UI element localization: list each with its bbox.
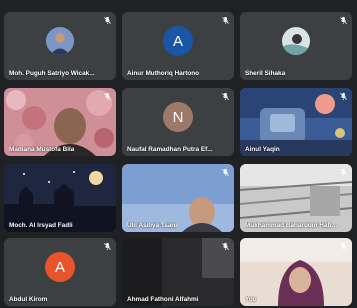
- participant-tile[interactable]: Madiana Mustofa Bila: [4, 88, 116, 156]
- participant-avatar: A: [45, 252, 75, 282]
- participant-name: Moh. Puguh Satriyo Wicak...: [9, 70, 95, 77]
- participant-name: Ulil Asiliya Tsani: [127, 222, 178, 229]
- participant-name: Abdul Kirom: [9, 296, 48, 303]
- participant-avatar: N: [163, 102, 193, 132]
- mic-off-icon: [222, 168, 229, 177]
- participant-tile[interactable]: Sheril Sihaka: [240, 12, 352, 80]
- participant-name: Mukhammad Baharudin Hafianto: [245, 222, 341, 229]
- participant-name: Ainur Muthoriq Hartono: [127, 70, 200, 77]
- mic-off-icon: [222, 16, 229, 25]
- participant-name: Naufal Ramadhan Putra Ef...: [127, 146, 213, 153]
- mic-off-icon: [104, 16, 111, 25]
- participant-tile[interactable]: Ainul Yaqin: [240, 88, 352, 156]
- participant-tile[interactable]: You: [240, 238, 352, 306]
- participant-photo: [282, 27, 310, 55]
- participant-tile[interactable]: N Naufal Ramadhan Putra Ef...: [122, 88, 234, 156]
- mic-off-icon: [222, 92, 229, 101]
- participant-photo: [46, 27, 74, 55]
- participant-name: Madiana Mustofa Bila: [9, 146, 75, 153]
- participant-tile[interactable]: Ahmad Fathoni Alfahmi: [122, 238, 234, 306]
- mic-off-icon: [340, 16, 347, 25]
- mic-off-icon: [340, 168, 347, 177]
- mic-off-icon: [104, 92, 111, 101]
- participant-name: Ahmad Fathoni Alfahmi: [127, 296, 199, 303]
- participant-tile[interactable]: Moch. Al Irsyad Fadli: [4, 164, 116, 232]
- participant-tile[interactable]: Moh. Puguh Satriyo Wicak...: [4, 12, 116, 80]
- mic-off-icon: [222, 242, 229, 251]
- participant-name: Moch. Al Irsyad Fadli: [9, 222, 73, 229]
- participant-tile[interactable]: A Abdul Kirom: [4, 238, 116, 306]
- mic-off-icon: [340, 92, 347, 101]
- mic-off-icon: [340, 242, 347, 251]
- participant-name: Sheril Sihaka: [245, 70, 286, 77]
- video-feed: [240, 238, 352, 306]
- participant-name: Ainul Yaqin: [245, 146, 280, 153]
- participant-tile[interactable]: Mukhammad Baharudin Hafianto: [240, 164, 352, 232]
- mic-off-icon: [104, 242, 111, 251]
- participant-avatar: A: [163, 26, 193, 56]
- participant-tile[interactable]: Ulil Asiliya Tsani: [122, 164, 234, 232]
- participant-name: You: [245, 296, 257, 303]
- participant-tile[interactable]: A Ainur Muthoriq Hartono: [122, 12, 234, 80]
